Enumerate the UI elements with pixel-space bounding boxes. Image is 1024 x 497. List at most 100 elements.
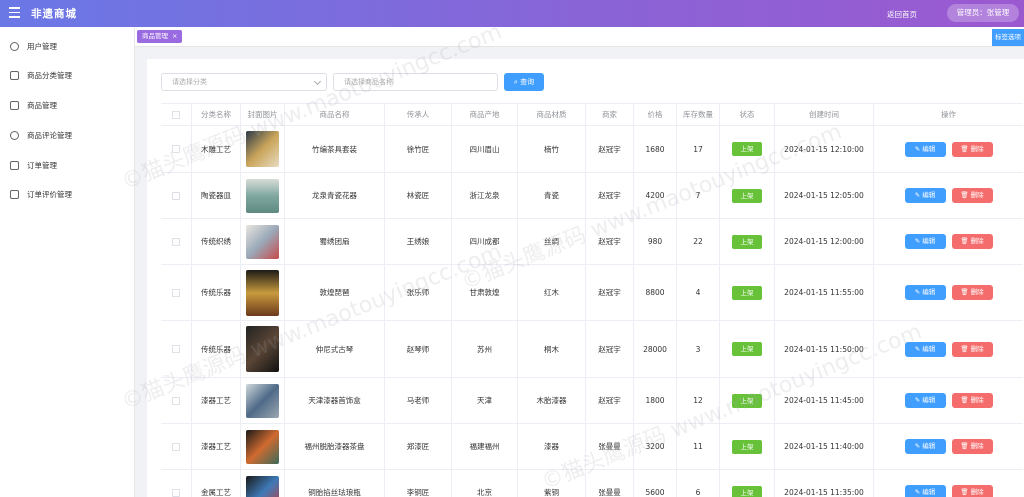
status-cell: 上架 (720, 424, 775, 469)
edit-button[interactable]: ✎ 编辑 (904, 285, 946, 300)
created-time-text: 2024-01-15 11:45:00 (784, 396, 864, 405)
status-cell: 上架 (720, 470, 775, 497)
delete-button[interactable]: 🗑 删除 (951, 341, 993, 357)
column-header: 商品产地 (452, 104, 518, 125)
stock-cell: 17 (677, 126, 720, 172)
home-link[interactable]: 返回首页 (887, 9, 917, 20)
category-text: 传统乐器 (201, 288, 231, 297)
delete-button[interactable]: 🗑 删除 (951, 188, 993, 203)
name-text: 福州脱胎漆器茶盘 (304, 442, 365, 451)
column-header: 创建时间 (775, 104, 874, 125)
column-header: 商品材质 (518, 104, 586, 125)
name-cell: 天津漆器首饰盒 (285, 378, 385, 423)
origin-text: 天津 (477, 396, 492, 405)
sidebar-item-order-ratings[interactable]: 订单评价管理 (10, 187, 72, 201)
price-text: 980 (647, 237, 663, 246)
delete-button[interactable]: 🗑 删除 (951, 285, 993, 300)
app-title: 非遗商城 (31, 8, 77, 20)
edit-button[interactable]: ✎ 编辑 (904, 485, 946, 497)
status-badge[interactable]: 上架 (732, 393, 762, 408)
trash-icon: 🗑 (960, 442, 971, 450)
edit-button[interactable]: ✎ 编辑 (904, 141, 946, 157)
delete-button-label: 删除 (970, 144, 984, 153)
price-text: 8800 (645, 288, 665, 297)
row-checkbox[interactable] (172, 145, 180, 153)
edit-button[interactable]: ✎ 编辑 (904, 393, 946, 408)
material-text: 青瓷 (544, 191, 559, 200)
category-select[interactable]: 请选择分类 (161, 73, 327, 91)
column-header: 封面图片 (241, 104, 285, 125)
select-all-checkbox[interactable] (172, 110, 180, 119)
row-checkbox[interactable] (172, 191, 180, 200)
sidebar: 用户管理 商品分类管理 商品管理 商品评论管理 订单管理 订单评价管理 (0, 27, 135, 497)
status-badge[interactable]: 上架 (732, 285, 762, 300)
edit-button[interactable]: ✎ 编辑 (904, 341, 946, 357)
table-row: 金属工艺 铜胎掐丝珐琅瓶 李铜匠 北京 紫铜 张曼曼 5600 6 上架 2024-01-15 1… (161, 470, 1023, 497)
product-cover-image (246, 429, 279, 464)
menu-toggle-icon[interactable] (9, 7, 20, 18)
edit-button[interactable]: ✎ 编辑 (904, 234, 946, 249)
trash-icon: 🗑 (960, 191, 971, 199)
category-text: 漆器工艺 (201, 396, 231, 405)
delete-button-label: 删除 (970, 344, 984, 353)
row-checkbox[interactable] (172, 442, 180, 451)
row-checkbox[interactable] (172, 288, 180, 297)
close-icon[interactable]: × (172, 32, 177, 40)
user-icon (10, 41, 19, 51)
column-header-label: 操作 (941, 110, 956, 119)
material-cell: 楠竹 (518, 126, 586, 172)
cover-image-cell (241, 424, 285, 469)
edit-button[interactable]: ✎ 编辑 (904, 439, 946, 454)
product-cover-image (246, 475, 279, 497)
cover-image-cell (241, 219, 285, 264)
sidebar-item-users[interactable]: 用户管理 (10, 39, 57, 53)
name-cell: 竹编茶具套装 (285, 126, 385, 172)
main-content: 请选择分类 请选择商品名称 ⌕ 查询 分类名称 封面图片 商品名称 传承人 商品产地 商品… (118, 19, 1024, 497)
sidebar-item-goods[interactable]: 商品管理 (10, 98, 57, 112)
row-checkbox[interactable] (172, 488, 180, 497)
sidebar-item-orders[interactable]: 订单管理 (10, 158, 57, 172)
sidebar-item-label: 用户管理 (27, 41, 57, 51)
category-text: 传统乐器 (201, 344, 231, 354)
merchant-cell: 赵冠宇 (586, 265, 634, 320)
status-badge[interactable]: 上架 (732, 485, 762, 497)
merchant-text: 张曼曼 (598, 442, 621, 451)
product-name-input[interactable]: 请选择商品名称 (333, 73, 498, 91)
delete-button[interactable]: 🗑 删除 (951, 393, 993, 408)
category-cell: 陶瓷器皿 (192, 173, 241, 218)
material-text: 木胎漆器 (536, 396, 567, 405)
table-row: 传统乐器 仲尼式古琴 赵琴师 苏州 桐木 赵冠宇 28000 3 上架 2024-01-15 11… (161, 321, 1023, 378)
inheritor-text: 赵琴师 (406, 344, 430, 354)
created-time-text: 2024-01-15 12:00:00 (784, 237, 864, 246)
sidebar-item-category[interactable]: 商品分类管理 (10, 68, 72, 82)
status-badge[interactable]: 上架 (732, 234, 762, 249)
tab-goods-management[interactable]: 商品管理 × (137, 30, 183, 43)
row-checkbox[interactable] (172, 237, 180, 246)
column-header: 价格 (634, 104, 677, 125)
status-badge[interactable]: 上架 (732, 439, 762, 454)
column-header-label: 封面图片 (247, 110, 278, 119)
stock-cell: 12 (677, 378, 720, 423)
name-text: 仲尼式古琴 (315, 344, 354, 354)
delete-button[interactable]: 🗑 删除 (951, 141, 993, 157)
created-time-text: 2024-01-15 12:10:00 (784, 144, 864, 154)
status-badge[interactable]: 上架 (732, 142, 762, 156)
stock-text: 3 (695, 344, 701, 354)
actions-cell: ✎ 编辑 🗑 删除 (874, 470, 1023, 497)
search-button[interactable]: ⌕ 查询 (504, 73, 544, 91)
edit-button[interactable]: ✎ 编辑 (904, 188, 946, 203)
tab-options-button[interactable]: 标签选项 (992, 29, 1024, 46)
delete-button[interactable]: 🗑 删除 (951, 485, 993, 497)
delete-button[interactable]: 🗑 删除 (951, 234, 993, 249)
sidebar-item-comments[interactable]: 商品评论管理 (10, 128, 72, 142)
row-checkbox[interactable] (172, 345, 180, 353)
table-row: 木雕工艺 竹编茶具套装 徐竹匠 四川眉山 楠竹 赵冠宇 1680 17 上架 2024-01-15… (161, 126, 1023, 173)
status-badge[interactable]: 上架 (732, 188, 762, 203)
delete-button[interactable]: 🗑 删除 (951, 439, 993, 454)
column-header: 库存数量 (677, 104, 720, 125)
material-text: 红木 (544, 288, 559, 297)
status-badge[interactable]: 上架 (732, 342, 762, 356)
admin-user-menu[interactable]: 管理员：张管理 (947, 4, 1019, 22)
origin-text: 苏州 (477, 344, 492, 354)
row-checkbox[interactable] (172, 396, 180, 405)
